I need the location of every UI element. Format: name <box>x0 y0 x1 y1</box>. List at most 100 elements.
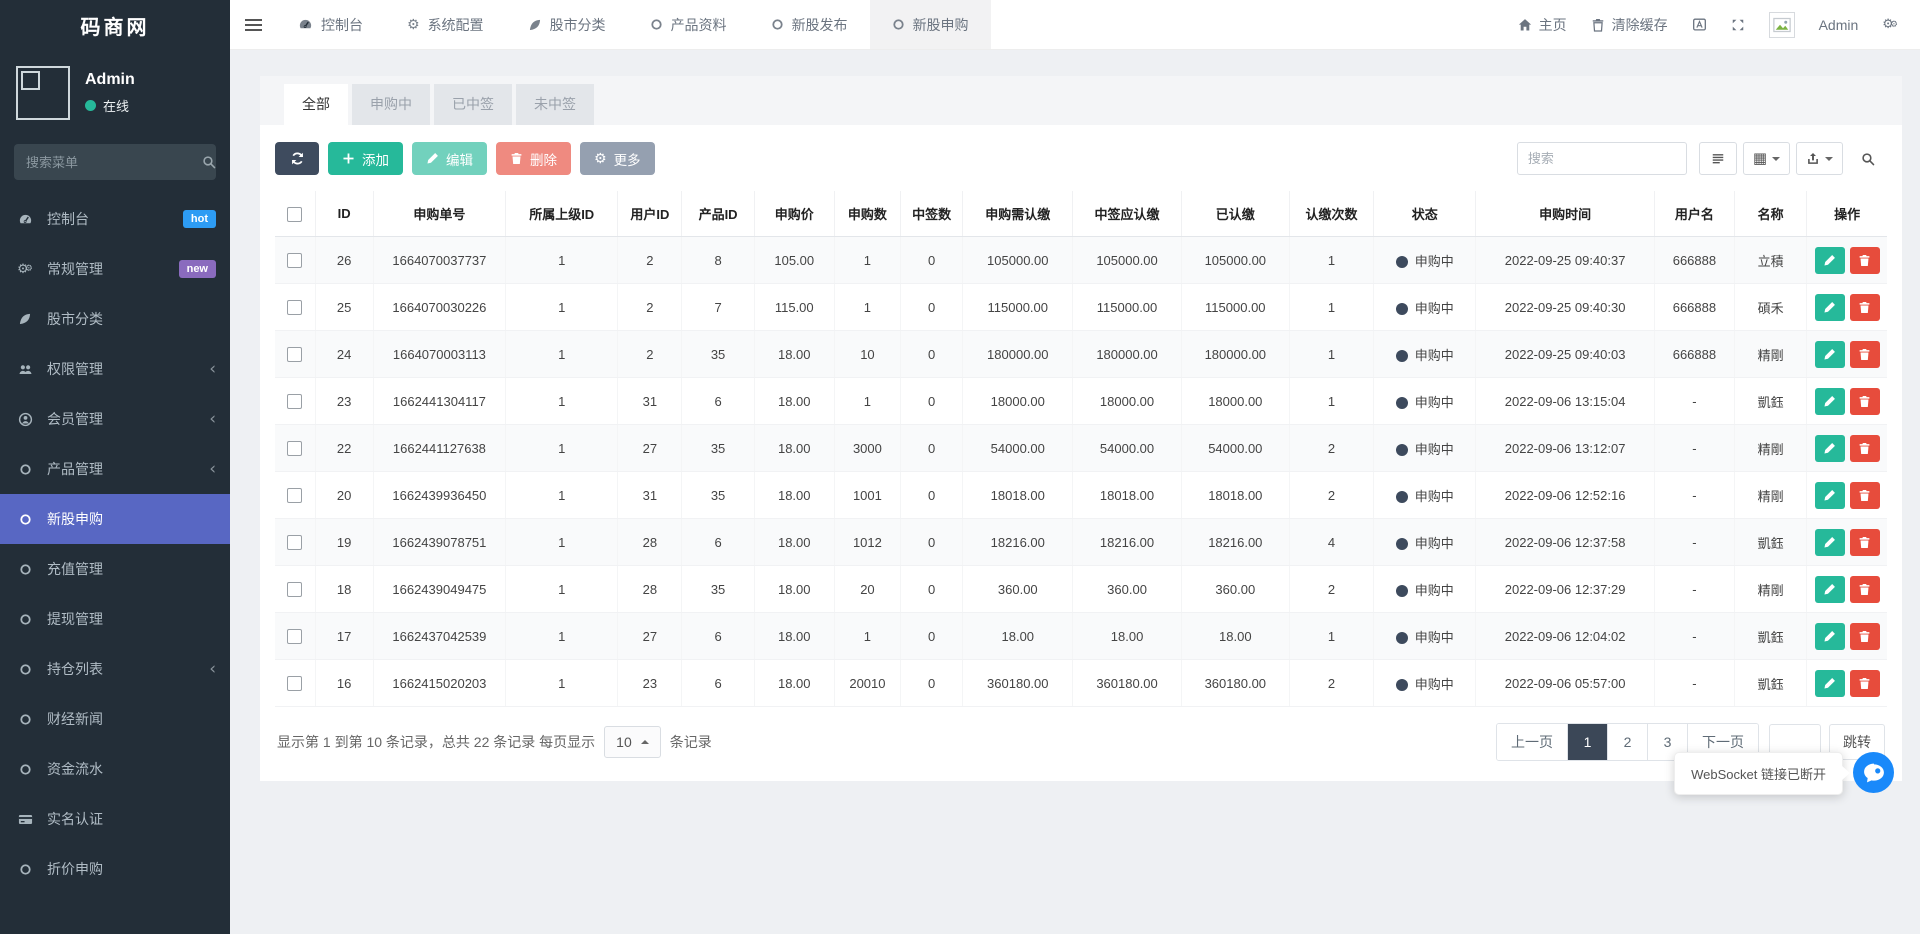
page-number-button[interactable]: 2 <box>1608 724 1648 760</box>
row-delete-button[interactable] <box>1850 247 1880 274</box>
row-edit-button[interactable] <box>1815 576 1845 603</box>
sidebar-item-持仓列表[interactable]: 持仓列表‹ <box>0 644 230 694</box>
chevron-left-icon: ‹ <box>209 411 216 428</box>
sidebar-item-提现管理[interactable]: 提现管理 <box>0 594 230 644</box>
row-delete-button[interactable] <box>1850 623 1880 650</box>
row-edit-button[interactable] <box>1815 482 1845 509</box>
row-edit-button[interactable] <box>1815 435 1845 462</box>
menu-toggle-button[interactable] <box>230 0 276 49</box>
column-header[interactable]: 申购价 <box>754 191 834 237</box>
filter-tab-全部[interactable]: 全部 <box>284 84 348 125</box>
row-checkbox[interactable] <box>287 394 302 409</box>
language-icon[interactable] <box>1692 17 1707 32</box>
row-delete-button[interactable] <box>1850 341 1880 368</box>
column-header[interactable]: 用户名 <box>1654 191 1734 237</box>
column-header[interactable]: 所属上级ID <box>506 191 618 237</box>
filter-tab-未中签[interactable]: 未中签 <box>516 84 594 125</box>
refresh-button[interactable] <box>275 142 319 175</box>
row-edit-button[interactable] <box>1815 529 1845 556</box>
column-header[interactable]: 中签应认缴 <box>1073 191 1181 237</box>
topbar-tab-系统配置[interactable]: ⚙系统配置 <box>385 0 506 49</box>
topbar-tab-控制台[interactable]: 控制台 <box>276 0 385 49</box>
column-header[interactable]: 中签数 <box>901 191 963 237</box>
topbar-username[interactable]: Admin <box>1819 17 1859 33</box>
row-checkbox[interactable] <box>287 253 302 268</box>
prev-page-button[interactable]: 上一页 <box>1497 724 1568 760</box>
topbar-tab-label: 新股发布 <box>792 15 848 35</box>
home-button[interactable]: 主页 <box>1518 15 1567 35</box>
sidebar-item-会员管理[interactable]: 会员管理‹ <box>0 394 230 444</box>
sidebar-item-财经新闻[interactable]: 财经新闻 <box>0 694 230 744</box>
row-delete-button[interactable] <box>1850 388 1880 415</box>
topbar-tab-产品资料[interactable]: 产品资料 <box>628 0 749 49</box>
detail-view-button[interactable] <box>1699 142 1737 175</box>
column-header[interactable]: 产品ID <box>682 191 754 237</box>
row-delete-button[interactable] <box>1850 670 1880 697</box>
topbar-tab-新股申购[interactable]: 新股申购 <box>870 0 991 49</box>
sidebar-item-产品管理[interactable]: 产品管理‹ <box>0 444 230 494</box>
user-avatar[interactable] <box>1769 12 1795 38</box>
row-delete-button[interactable] <box>1850 435 1880 462</box>
row-edit-button[interactable] <box>1815 341 1845 368</box>
sidebar-item-资金流水[interactable]: 资金流水 <box>0 744 230 794</box>
topbar-tab-新股发布[interactable]: 新股发布 <box>749 0 870 49</box>
more-button[interactable]: ⚙ 更多 <box>580 142 655 175</box>
topbar-tab-股市分类[interactable]: 股市分类 <box>506 0 628 49</box>
page-number-button[interactable]: 1 <box>1568 724 1608 760</box>
sidebar-item-常规管理[interactable]: ⚙⚙常规管理new <box>0 244 230 294</box>
row-edit-button[interactable] <box>1815 294 1845 321</box>
fullscreen-icon[interactable] <box>1731 18 1745 32</box>
add-button[interactable]: 添加 <box>328 142 403 175</box>
table-search-input[interactable] <box>1517 142 1687 175</box>
row-checkbox[interactable] <box>287 629 302 644</box>
clear-cache-button[interactable]: 清除缓存 <box>1591 15 1668 35</box>
column-header[interactable]: 名称 <box>1735 191 1807 237</box>
search-icon[interactable] <box>202 155 216 169</box>
settings-gears-icon[interactable]: ⚙⚙ <box>1882 18 1898 31</box>
row-checkbox[interactable] <box>287 582 302 597</box>
row-edit-button[interactable] <box>1815 623 1845 650</box>
row-edit-button[interactable] <box>1815 247 1845 274</box>
delete-button[interactable]: 删除 <box>496 142 571 175</box>
column-header[interactable]: 状态 <box>1374 191 1476 237</box>
sidebar-item-折价申购[interactable]: 折价申购 <box>0 844 230 894</box>
row-checkbox[interactable] <box>287 300 302 315</box>
row-edit-button[interactable] <box>1815 388 1845 415</box>
sidebar-item-权限管理[interactable]: 权限管理‹ <box>0 344 230 394</box>
row-checkbox[interactable] <box>287 676 302 691</box>
chat-button[interactable] <box>1853 752 1894 793</box>
filter-tab-申购中[interactable]: 申购中 <box>352 84 430 125</box>
row-delete-button[interactable] <box>1850 294 1880 321</box>
sidebar-item-新股申购[interactable]: 新股申购 <box>0 494 230 544</box>
sidebar-item-实名认证[interactable]: 实名认证 <box>0 794 230 844</box>
filter-tab-已中签[interactable]: 已中签 <box>434 84 512 125</box>
column-header[interactable]: 认缴次数 <box>1289 191 1373 237</box>
menu-search-input[interactable] <box>26 155 202 170</box>
search-button[interactable] <box>1849 142 1887 175</box>
row-delete-button[interactable] <box>1850 482 1880 509</box>
columns-button[interactable]: ▦ <box>1743 142 1790 175</box>
select-all-checkbox[interactable] <box>287 207 302 222</box>
column-header[interactable]: 用户ID <box>618 191 682 237</box>
column-header[interactable]: 申购数 <box>834 191 900 237</box>
column-header[interactable]: ID <box>315 191 373 237</box>
column-header[interactable]: 已认缴 <box>1181 191 1289 237</box>
cell-win_qty: 0 <box>901 472 963 519</box>
row-checkbox[interactable] <box>287 347 302 362</box>
sidebar-item-股市分类[interactable]: 股市分类 <box>0 294 230 344</box>
row-checkbox[interactable] <box>287 441 302 456</box>
column-header[interactable]: 申购时间 <box>1476 191 1654 237</box>
column-header[interactable]: 申购单号 <box>373 191 505 237</box>
sidebar-item-控制台[interactable]: 控制台hot <box>0 194 230 244</box>
sidebar-item-充值管理[interactable]: 充值管理 <box>0 544 230 594</box>
row-edit-button[interactable] <box>1815 670 1845 697</box>
column-header[interactable]: 操作 <box>1807 191 1887 237</box>
row-delete-button[interactable] <box>1850 576 1880 603</box>
page-size-select[interactable]: 10 <box>604 726 661 758</box>
export-button[interactable] <box>1796 142 1843 175</box>
row-delete-button[interactable] <box>1850 529 1880 556</box>
row-checkbox[interactable] <box>287 535 302 550</box>
column-header[interactable]: 申购需认缴 <box>963 191 1073 237</box>
row-checkbox[interactable] <box>287 488 302 503</box>
edit-button[interactable]: 编辑 <box>412 142 487 175</box>
